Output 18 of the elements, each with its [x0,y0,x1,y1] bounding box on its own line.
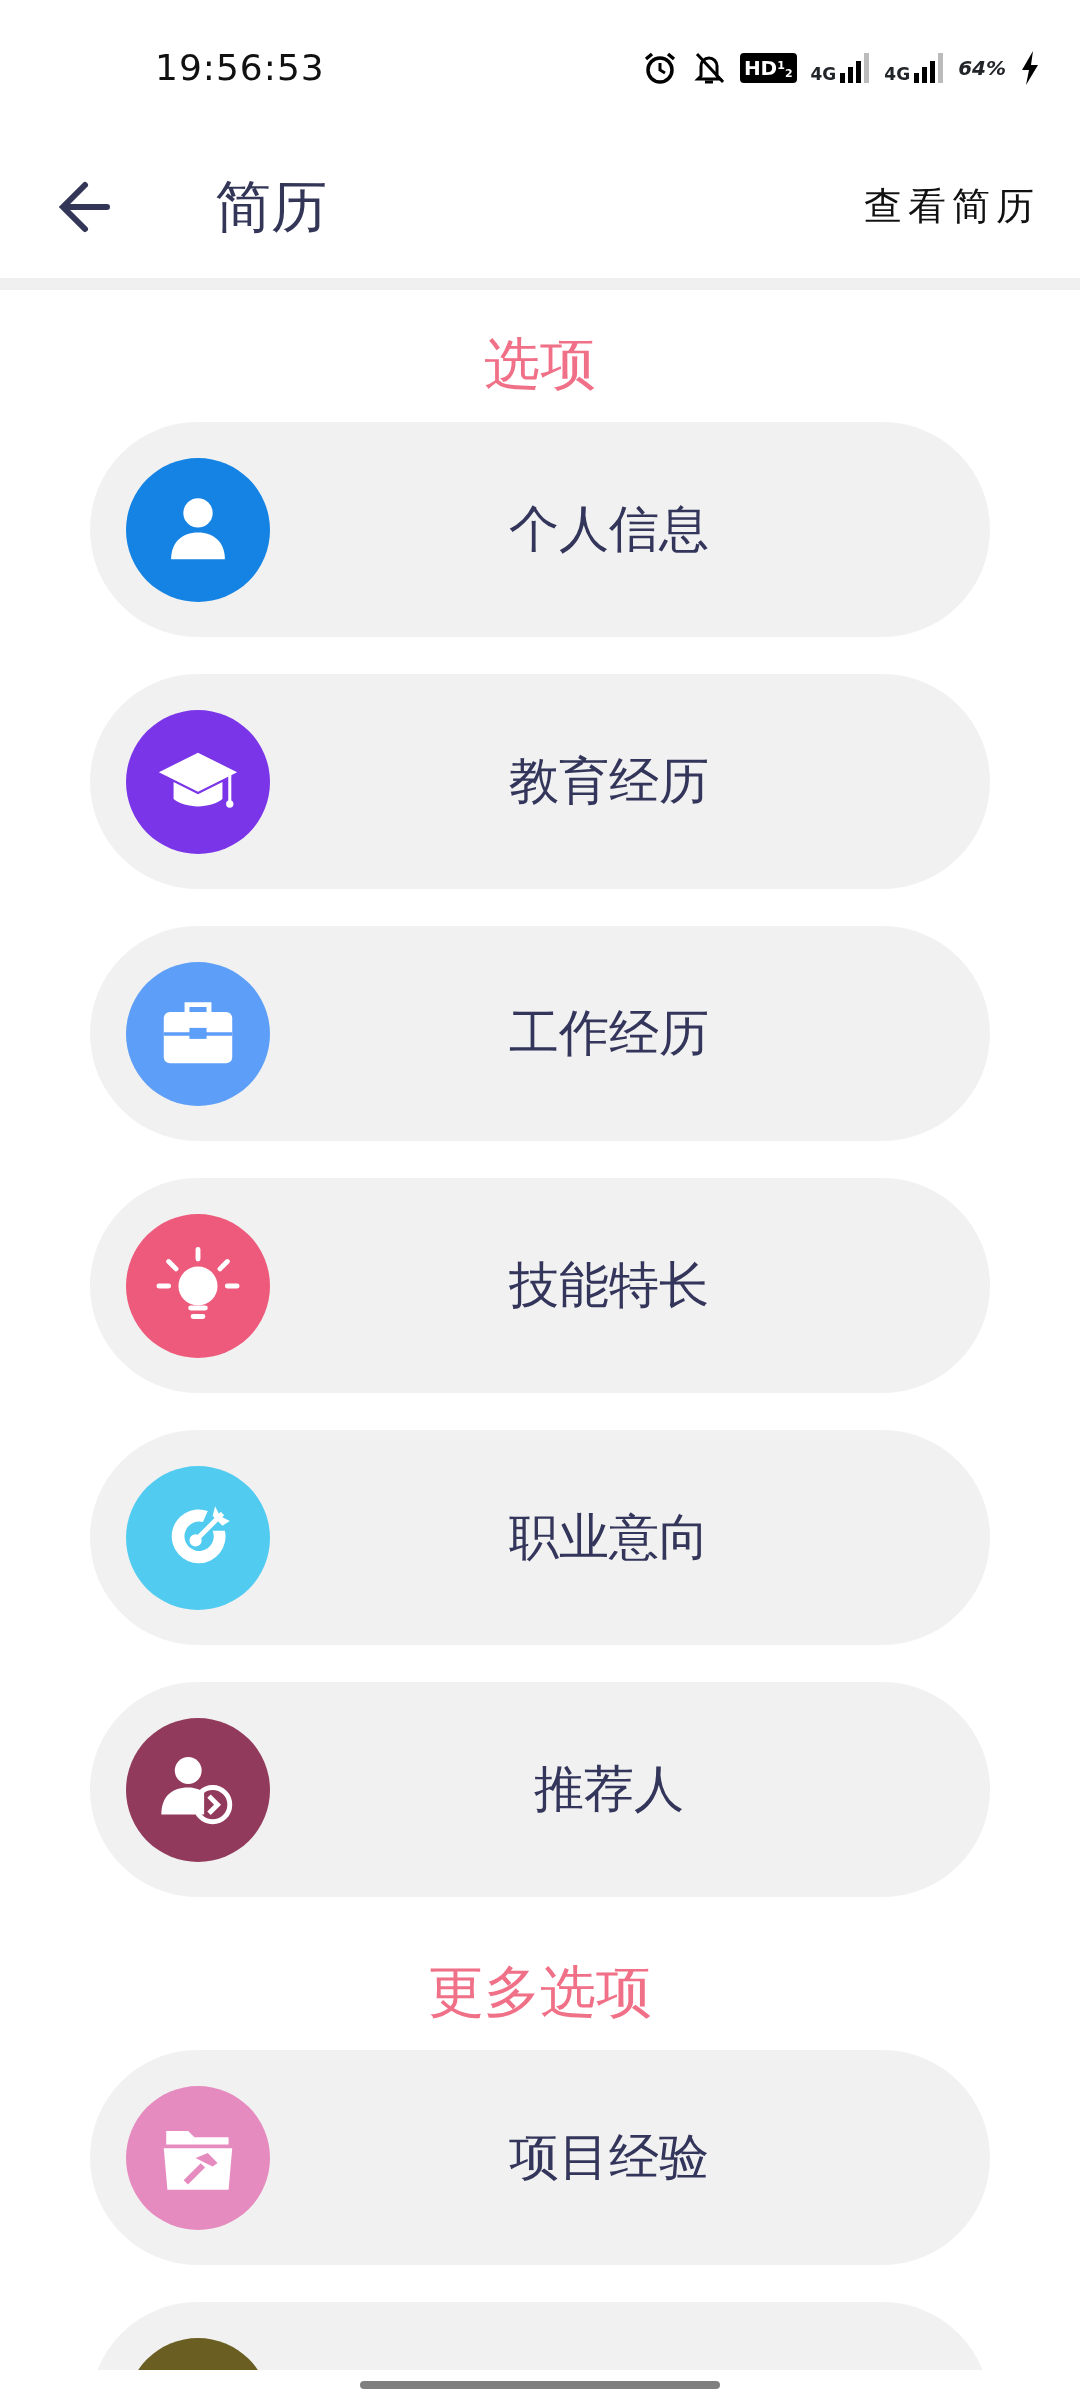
signal-icon [840,52,871,83]
page-title: 简历 [215,172,327,241]
network-type: 4G [810,65,837,83]
menu-item[interactable]: 推荐人 [90,1682,990,1897]
menu-item[interactable]: 职业意向 [90,1430,990,1645]
section-title: 更多选项 [428,1958,652,2026]
section-title: 选项 [484,330,596,398]
clock-time: 19:56:53 [155,45,325,90]
network-type: 4G [884,65,911,83]
menu-item[interactable]: 技能特长 [90,1178,990,1393]
menu-item[interactable]: 项目经验 [90,2050,990,2265]
battery-percent: 64% [958,54,1006,82]
menu-item[interactable]: 教育经历 [90,674,990,889]
menu-item[interactable]: 工作经历 [90,926,990,1141]
view-resume-link[interactable]: 查看简历 [864,178,1040,235]
charging-bolt-icon [1020,50,1040,85]
menu-item[interactable]: 个人信息 [90,422,990,637]
signal-icon [914,52,945,83]
